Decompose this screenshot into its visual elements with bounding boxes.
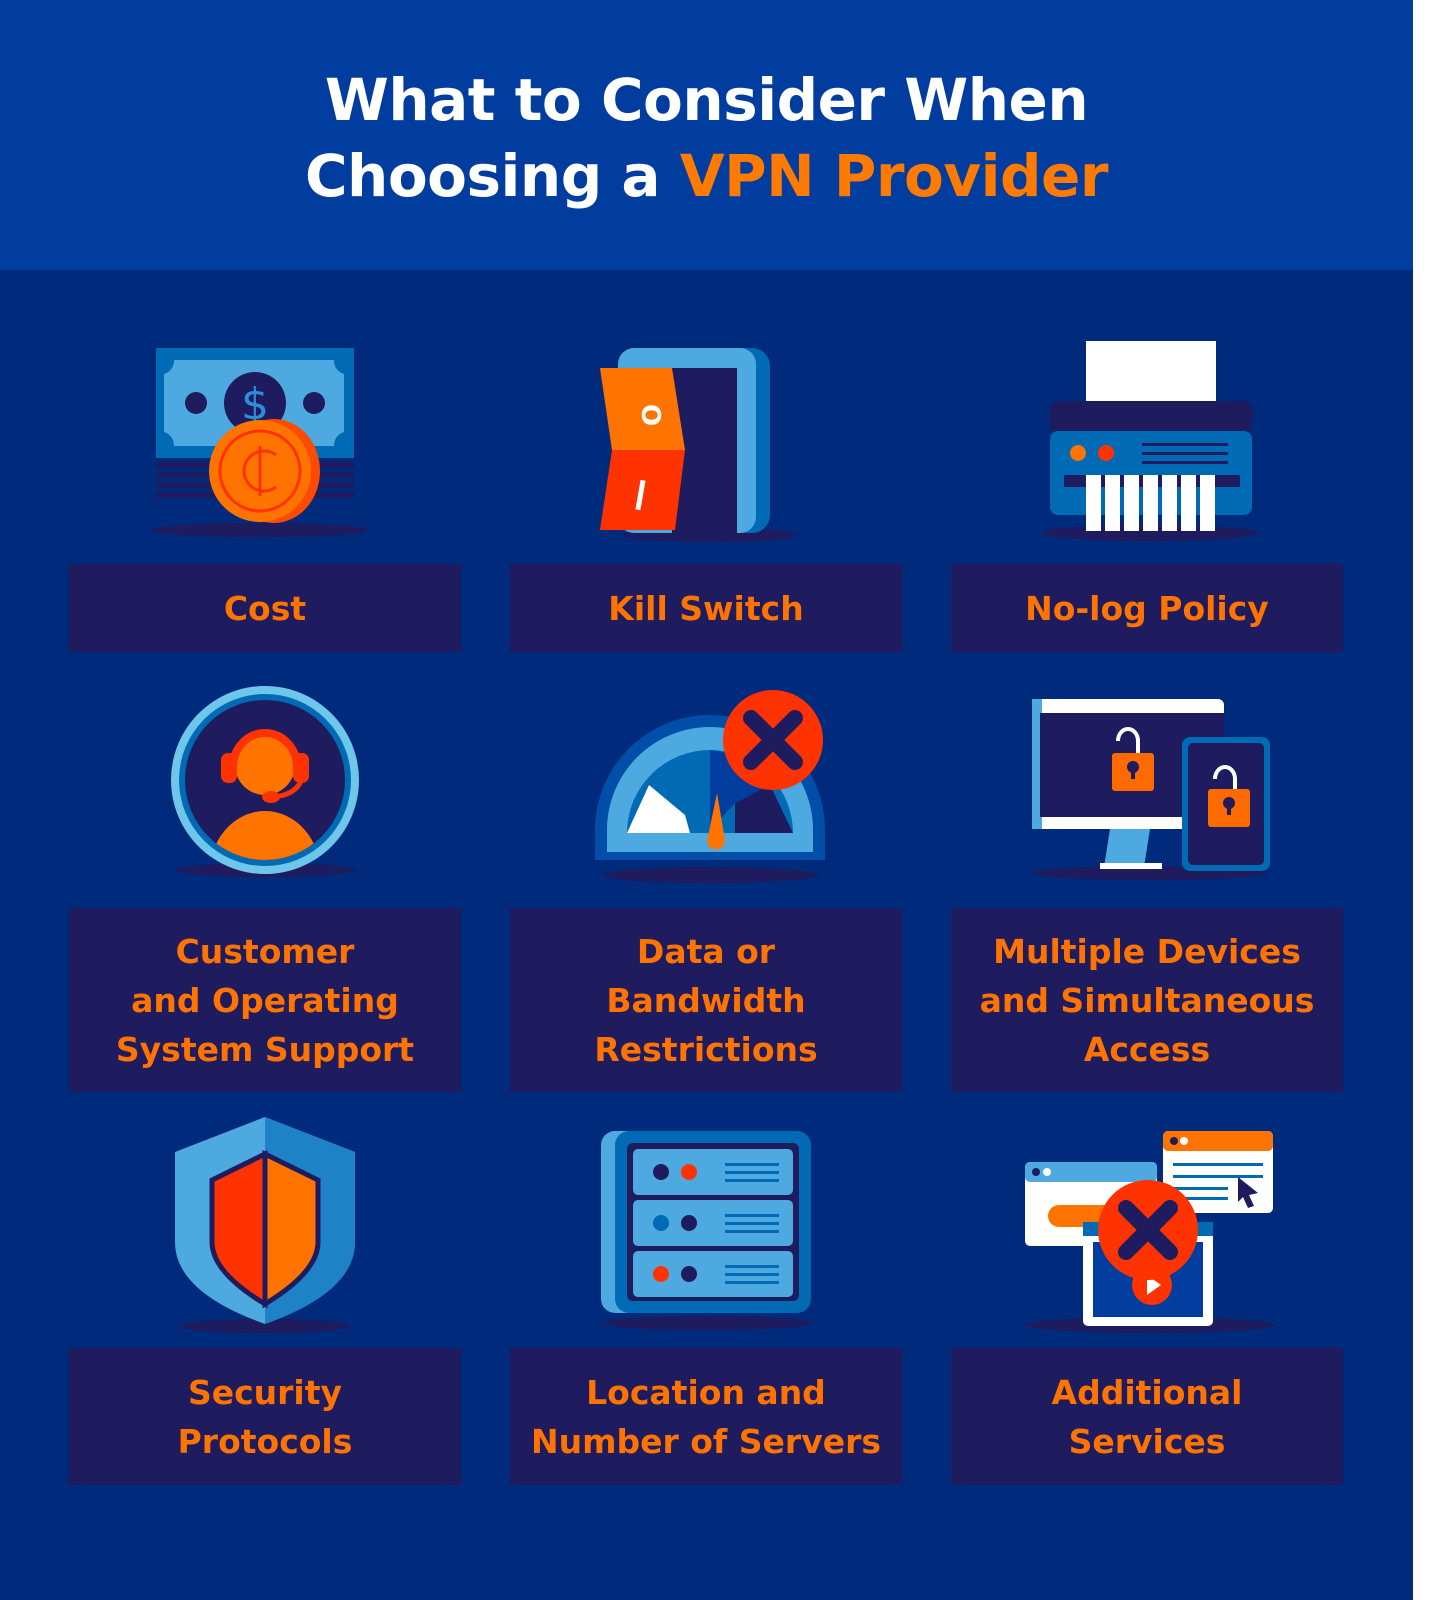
label-text: Data or Bandwidth Restrictions	[594, 931, 818, 1069]
rocker-switch-icon: O	[600, 348, 798, 542]
bill-dot-left	[185, 392, 207, 414]
switch-off-mark: O	[635, 404, 665, 426]
title-line-2: Choosing a VPN Provider	[0, 138, 1413, 214]
server-unit-2	[633, 1200, 793, 1246]
label-kill-switch: Kill Switch	[510, 564, 902, 652]
indicator-orange	[1070, 445, 1086, 461]
blocked-windows-icon	[1025, 1131, 1275, 1333]
shield-icon	[175, 1117, 355, 1333]
icon-shadow	[602, 1316, 812, 1330]
label-multiple-devices: Multiple Devices and Simultaneous Access	[951, 908, 1343, 1092]
header-banner: What to Consider When Choosing a VPN Pro…	[0, 0, 1413, 270]
label-cost: Cost	[69, 564, 461, 652]
speedometer-blocked-icon	[595, 690, 825, 883]
page-title: What to Consider When Choosing a VPN Pro…	[0, 62, 1413, 214]
server-unit-3	[633, 1251, 793, 1297]
right-edge-strip	[1413, 0, 1441, 1600]
icon-shadow	[602, 867, 818, 883]
monitor-stand	[1104, 829, 1150, 867]
locked-devices-icon	[1032, 699, 1270, 880]
label-customer-os-support: Customer and Operating System Support	[69, 908, 461, 1092]
shredder-top	[1050, 401, 1252, 433]
label-text: Multiple Devices and Simultaneous Access	[979, 931, 1315, 1069]
label-text: Cost	[223, 588, 307, 628]
label-text: Customer and Operating System Support	[115, 931, 415, 1069]
title-prefix: Choosing a	[304, 142, 680, 210]
server-rack-icon	[601, 1131, 812, 1330]
headset-ear-left	[221, 753, 237, 783]
indicator-red	[1098, 445, 1114, 461]
title-line-1: What to Consider When	[324, 66, 1089, 134]
title-accent: VPN Provider	[679, 142, 1109, 210]
server-unit-1	[633, 1149, 793, 1195]
bill-dot-right	[303, 392, 325, 414]
paper-strips	[1086, 475, 1215, 531]
label-additional-services: Additional Services	[951, 1348, 1343, 1485]
money-coin-icon: $	[152, 348, 368, 537]
support-agent-headset-icon	[171, 686, 359, 877]
headset-ear-right	[293, 753, 309, 783]
paper-sheet	[1086, 341, 1216, 403]
label-data-bandwidth-restrictions: Data or Bandwidth Restrictions	[510, 908, 902, 1092]
label-text: No-log Policy	[1025, 588, 1269, 628]
monitor-base	[1100, 863, 1162, 869]
label-text: Security Protocols	[177, 1372, 353, 1461]
paper-shredder-icon	[1042, 341, 1258, 541]
label-text: Additional Services	[1051, 1372, 1243, 1461]
label-server-locations: Location and Number of Servers	[510, 1348, 902, 1485]
label-no-log-policy: No-log Policy	[951, 564, 1343, 652]
label-security-protocols: Security Protocols	[69, 1348, 461, 1485]
label-text: Kill Switch	[608, 588, 804, 628]
infographic: What to Consider When Choosing a VPN Pro…	[0, 0, 1413, 1600]
icon-shadow	[152, 523, 368, 537]
label-text: Location and Number of Servers	[530, 1372, 881, 1461]
